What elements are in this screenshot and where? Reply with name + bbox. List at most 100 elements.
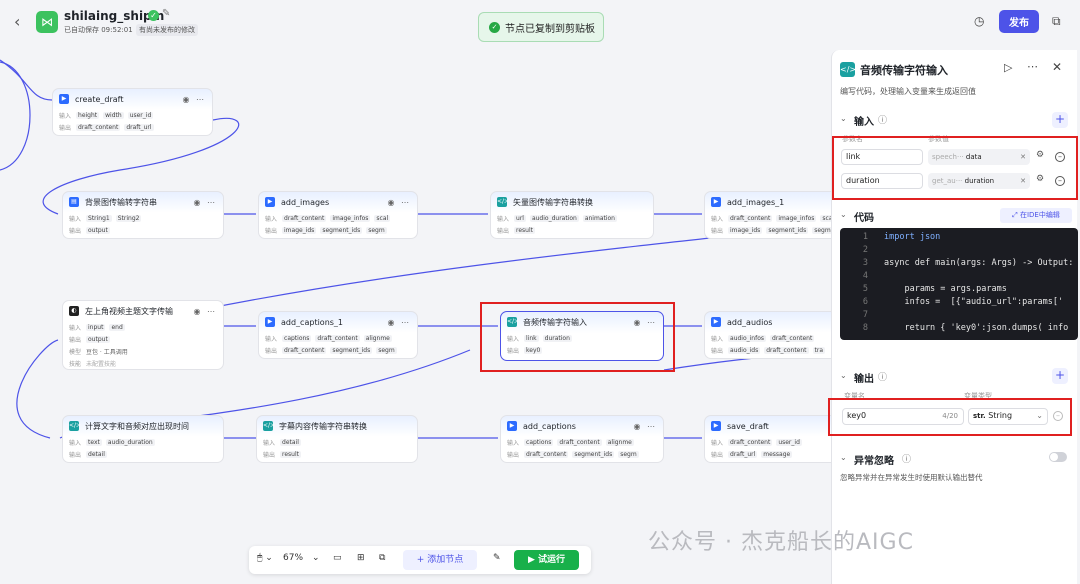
node-add-images-1[interactable]: ▶ add_images_1 输入 draft_content image_infos… (704, 191, 844, 239)
param-chip: message (761, 450, 793, 458)
collapse-chevron-icon[interactable]: ⌄ (840, 453, 847, 462)
input-label: 输入 (711, 439, 724, 447)
add-node-button[interactable]: + 添加节点 (403, 550, 477, 570)
plugin-icon: ▶ (711, 421, 721, 431)
param-chip: draft_content (76, 123, 121, 131)
node-actions-icon[interactable]: ◉ ⋯ (633, 422, 657, 431)
node-actions-icon[interactable]: ◉ ⋯ (387, 318, 411, 327)
param-chip: output (86, 226, 110, 234)
param-chip: String1 (86, 214, 112, 222)
mouse-mode-icon[interactable]: 🖱 ⌄ (257, 553, 273, 563)
add-output-button[interactable]: + (1052, 368, 1068, 384)
node-add-images[interactable]: ▶ add_images ◉ ⋯ 输入 draft_content image_info… (258, 191, 418, 239)
history-icon[interactable]: ◷ (974, 14, 984, 28)
param-chip: scal (374, 214, 391, 222)
node-bg-transfer[interactable]: ▤ 背景图传输转字符串 ◉ ⋯ 输入 String1 String2 输出 output (62, 191, 224, 239)
model-label: 模型 (69, 348, 82, 356)
param-chip: user_id (776, 438, 802, 446)
param-chip: alignme (605, 438, 634, 446)
code-line: return { 'key0':json.dumps( info (884, 323, 1069, 333)
node-save-draft[interactable]: ▶ save_draft 输入 draft_content user_id 输出 dra… (704, 415, 844, 463)
comment-icon[interactable]: ▭ (333, 553, 342, 563)
exception-description: 忽略异常并在异常发生时使用默认输出替代 (840, 473, 983, 482)
node-title: 背景图传输转字符串 (85, 197, 157, 207)
zoom-level[interactable]: 67% (283, 553, 303, 563)
input-label: 输入 (263, 439, 276, 447)
collapse-chevron-icon[interactable]: ⌄ (840, 210, 847, 219)
watermark: 公众号 · 杰克船长的AIGC (648, 530, 914, 555)
collapse-chevron-icon[interactable]: ⌄ (840, 114, 847, 123)
info-icon: ⓘ (878, 373, 888, 383)
verified-check-icon: ✓ (148, 10, 159, 21)
output-label: 输出 (69, 336, 82, 344)
param-chip: detail (86, 450, 107, 458)
exception-toggle[interactable] (1049, 452, 1067, 462)
output-section-title: 输出 (854, 374, 874, 385)
add-node-label: 添加节点 (427, 555, 464, 565)
param-chip: image_ids (728, 226, 763, 234)
node-add-captions-1[interactable]: ▶ add_captions_1 ◉ ⋯ 输入 captions draft_conte… (258, 311, 418, 359)
node-create-draft[interactable]: ▶ create_draft ◉ ⋯ 输入 height width user_id 输出… (52, 88, 213, 136)
param-chip: end (109, 323, 125, 331)
param-chip: draft_url (728, 450, 758, 458)
param-chip: draft_url (124, 123, 154, 131)
collapse-chevron-icon[interactable]: ⌄ (840, 371, 847, 380)
add-input-button[interactable]: + (1052, 112, 1068, 128)
param-chip: captions (524, 438, 554, 446)
param-chip: audio_ids (728, 346, 761, 354)
code-icon: </> (840, 62, 856, 77)
publish-button[interactable]: 发布 (999, 10, 1039, 33)
output-label: 输出 (711, 347, 724, 355)
node-title: add_captions (523, 421, 576, 431)
output-label: 输出 (263, 451, 276, 459)
minimap-icon[interactable]: ⧉ (379, 553, 385, 563)
chevron-down-icon[interactable]: ⌄ (312, 553, 320, 563)
copy-icon[interactable]: ⧉ (1052, 14, 1061, 29)
node-actions-icon[interactable]: ◉ ⋯ (182, 95, 206, 104)
code-icon: </> (497, 197, 510, 207)
skill-value: 未配置技能 (86, 360, 117, 368)
debug-icon[interactable]: ✎ (493, 553, 501, 563)
node-actions-icon[interactable]: ◉ ⋯ (387, 198, 411, 207)
node-title: 矢量图传输字符串转换 (513, 197, 593, 207)
node-actions-icon[interactable]: ◉ ⋯ (193, 307, 217, 316)
highlight-selected-node (480, 302, 675, 372)
node-caption-convert[interactable]: </> 字幕内容传输字符串转换 输入 detail 输出 result (256, 415, 418, 463)
param-chip: image_infos (330, 214, 371, 222)
code-editor[interactable]: 1 import json 2 3 async def main(args: Arg… (840, 228, 1078, 340)
node-title: add_audios (727, 317, 773, 327)
code-line: import json (884, 232, 941, 242)
edit-icon[interactable]: ✎ (162, 8, 170, 19)
node-calc-time[interactable]: </> 计算文字和音频对应出现时间 输入 text audio_duration 输出… (62, 415, 224, 463)
test-run-button[interactable]: ▶ 试运行 (514, 550, 579, 570)
param-chip: segm (812, 226, 833, 234)
input-label: 输入 (711, 215, 724, 223)
more-icon[interactable]: ⋯ (1027, 60, 1038, 73)
edit-in-ide-button[interactable]: ⤢ 在IDE中编辑 (1000, 208, 1072, 223)
param-chip: animation (582, 214, 617, 222)
ide-label: 在IDE中编辑 (1019, 211, 1060, 219)
node-title: save_draft (727, 421, 769, 431)
node-add-captions[interactable]: ▶ add_captions ◉ ⋯ 输入 captions draft_content… (500, 415, 664, 463)
close-icon[interactable]: ✕ (1052, 60, 1062, 74)
output-label: 输出 (507, 451, 520, 459)
canvas-toolbar: 🖱 ⌄ 67% ⌄ ▭ ⊞ ⧉ + 添加节点 ✎ ▶ 试运行 (249, 546, 591, 574)
layout-icon[interactable]: ⊞ (357, 553, 365, 563)
input-label: 输入 (507, 439, 520, 447)
node-vector-transfer[interactable]: </> 矢量图传输字符串转换 输入 url audio_duration animati… (490, 191, 654, 239)
input-label: 输入 (265, 215, 278, 223)
param-chip: segment_ids (766, 226, 809, 234)
node-config-panel: </> 音频传输字符输入 ▷ ⋯ ✕ 编写代码，处理输入变量来生成返回值 ⌄ 输… (831, 50, 1078, 584)
input-label: 输入 (69, 439, 82, 447)
param-chip: segm (618, 450, 639, 458)
node-actions-icon[interactable]: ◉ ⋯ (193, 198, 217, 207)
output-label: 输出 (265, 227, 278, 235)
param-chip: segment_ids (572, 450, 615, 458)
code-line: infos = [{"audio_url":params[' (884, 297, 1064, 307)
node-add-audios[interactable]: ▶ add_audios 输入 audio_infos draft_content 输… (704, 311, 844, 359)
node-subtitle-llm[interactable]: ◐ 左上角视频主题文字传输 ◉ ⋯ 输入 input end 输出 output 模型 豆包… (62, 300, 224, 370)
input-label: 输入 (59, 112, 72, 120)
run-node-icon[interactable]: ▷ (1004, 61, 1012, 74)
code-section-title: 代码 (854, 213, 874, 224)
back-arrow-icon[interactable]: ‹ (14, 12, 20, 31)
